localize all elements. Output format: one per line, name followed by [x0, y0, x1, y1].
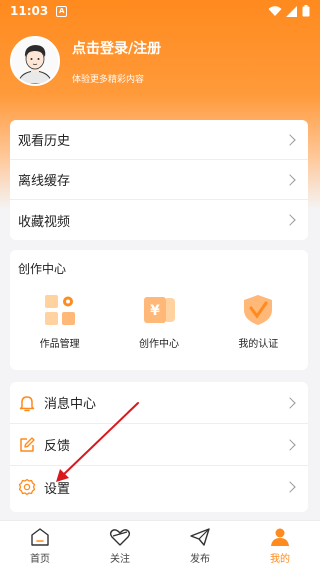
- status-bar: 11:03 A: [0, 0, 320, 22]
- edit-icon: [20, 436, 35, 452]
- menu-item-history[interactable]: 观看历史: [10, 120, 308, 160]
- settings-item-label: 设置: [44, 481, 71, 497]
- creator-card: 创作中心 作品管理 ¥ 创作中心 我的认证: [10, 250, 308, 370]
- settings-card: 消息中心 反馈 设置: [10, 382, 308, 512]
- status-time: 11:03: [10, 4, 49, 18]
- chevron-right-icon: [284, 396, 296, 409]
- menu-item-label: 观看历史: [18, 134, 71, 149]
- tab-label: 发布: [190, 554, 210, 565]
- creator-item-works[interactable]: 作品管理: [15, 293, 105, 350]
- person-icon: [271, 528, 289, 546]
- menu-item-label: 离线缓存: [18, 174, 71, 189]
- home-icon: [31, 528, 49, 546]
- chevron-right-icon: [284, 438, 296, 451]
- settings-item-feedback[interactable]: 反馈: [10, 424, 308, 466]
- avatar-illustration: [12, 38, 58, 84]
- creator-item-center[interactable]: ¥ 创作中心: [114, 293, 204, 350]
- creator-title: 创作中心: [18, 262, 67, 276]
- settings-item-label: 反馈: [44, 439, 71, 454]
- heart-icon: [109, 529, 131, 546]
- gear-icon: [18, 478, 36, 496]
- tab-home[interactable]: 首页: [0, 521, 80, 568]
- certified-shield-icon: [244, 295, 273, 325]
- creator-item-label: 创作中心: [138, 339, 179, 350]
- send-icon: [190, 528, 210, 546]
- menu-card: 观看历史 离线缓存 收藏视频: [10, 120, 308, 240]
- bottom-tab-bar: 首页 关注 发布 我的: [0, 520, 320, 568]
- chevron-right-icon: [284, 481, 296, 493]
- works-grid-icon: [44, 295, 75, 325]
- chevron-right-icon: [284, 173, 296, 186]
- signal-icon: [286, 5, 297, 17]
- settings-item-label: 消息中心: [44, 397, 97, 412]
- login-register-link[interactable]: 点击登录/注册: [72, 38, 161, 58]
- tab-publish[interactable]: 发布: [160, 521, 240, 568]
- creator-item-label: 作品管理: [39, 339, 80, 350]
- notification-badge: A: [56, 5, 68, 17]
- tab-follow[interactable]: 关注: [80, 521, 160, 568]
- menu-item-label: 收藏视频: [18, 214, 71, 230]
- battery-icon: [302, 5, 310, 17]
- profile-subtitle: 体验更多精彩内容: [72, 74, 145, 85]
- profile-header[interactable]: 点击登录/注册 体验更多精彩内容: [10, 36, 161, 86]
- bell-icon: [19, 395, 35, 411]
- creator-item-certification[interactable]: 我的认证: [213, 293, 303, 350]
- avatar[interactable]: [10, 36, 60, 86]
- chevron-right-icon: [284, 214, 296, 226]
- creator-item-label: 我的认证: [238, 339, 279, 350]
- tab-label: 关注: [110, 554, 130, 565]
- chevron-right-icon: [284, 133, 296, 146]
- settings-item-settings[interactable]: 设置: [10, 466, 308, 508]
- settings-item-messages[interactable]: 消息中心: [10, 382, 308, 424]
- menu-item-offline-cache[interactable]: 离线缓存: [10, 160, 308, 200]
- tab-label: 首页: [30, 554, 50, 565]
- wifi-icon: [268, 5, 282, 16]
- tab-label: 我的: [270, 554, 290, 565]
- svg-text:¥: ¥: [150, 303, 160, 319]
- yen-cards-icon: ¥: [143, 297, 175, 323]
- menu-item-favorites[interactable]: 收藏视频: [10, 200, 308, 240]
- tab-mine[interactable]: 我的: [240, 521, 320, 568]
